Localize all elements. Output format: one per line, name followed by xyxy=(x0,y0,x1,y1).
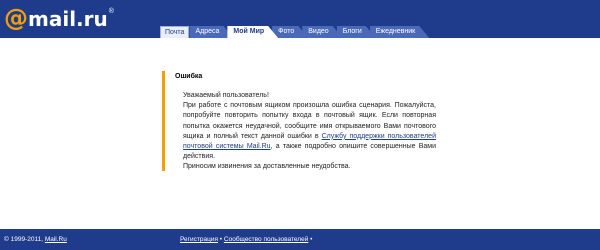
error-message-box: Ошибка Уважаемый пользователь! При работ… xyxy=(162,71,440,171)
footer-links: Регистрация • Сообщество пользователей • xyxy=(180,236,312,243)
copyright-mailru-link[interactable]: Mail.Ru xyxy=(45,236,67,243)
community-link[interactable]: Сообщество пользователей xyxy=(224,236,308,243)
error-greeting: Уважаемый пользователь! xyxy=(183,92,269,99)
copyright-text: © 1999-2011, xyxy=(4,236,44,243)
tab-addresses[interactable]: Адреса xyxy=(189,26,233,38)
tab-mail[interactable]: Почта xyxy=(160,26,190,38)
error-body: Уважаемый пользователь! При работе с поч… xyxy=(183,91,436,173)
footer-trailing-separator: • xyxy=(308,236,313,243)
registration-link[interactable]: Регистрация xyxy=(180,236,218,243)
error-apology: Приносим извинения за доставленные неудо… xyxy=(183,163,351,171)
mailru-logo[interactable]: @ mail.ru ® xyxy=(4,6,114,32)
copyright: © 1999-2011, Mail.Ru xyxy=(4,236,67,243)
error-title: Ошибка xyxy=(175,73,203,80)
service-tabs: Почта Адреса Мой Мир Фото Видео Блоги Еж… xyxy=(160,26,423,38)
logo-at-sign: @ xyxy=(4,4,28,32)
tab-video[interactable]: Видео xyxy=(302,26,342,38)
tab-my-world[interactable]: Мой Мир xyxy=(227,26,278,38)
footer-bar: © 1999-2011, Mail.Ru Регистрация • Сообщ… xyxy=(0,229,600,250)
logo-wordmark: mail.ru xyxy=(28,7,108,31)
logo-registered-mark: ® xyxy=(108,8,114,15)
error-description: При работе с почтовым ящиком произошла о… xyxy=(183,101,436,162)
tab-calendar[interactable]: Ежедневник xyxy=(370,26,430,38)
